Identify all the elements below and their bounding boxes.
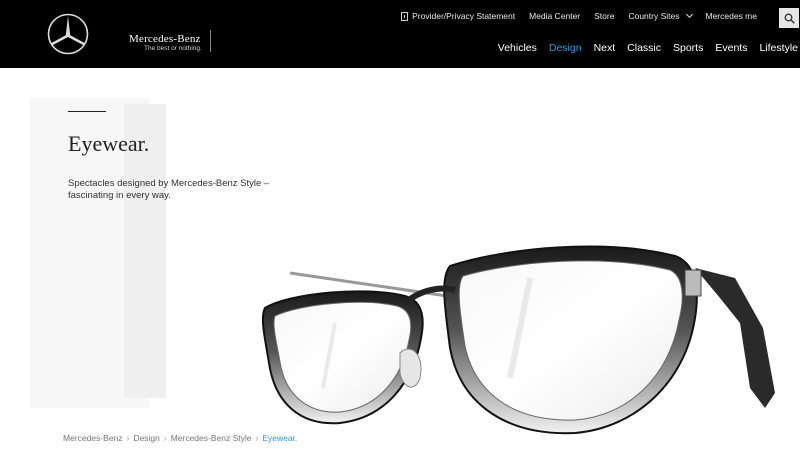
- nav-classic[interactable]: Classic: [627, 42, 661, 54]
- site-header: Mercedes-Benz The best or nothing. Provi…: [0, 0, 800, 68]
- chevron-down-icon: [685, 10, 693, 19]
- brand-tagline: The best or nothing.: [144, 45, 202, 52]
- breadcrumb-item[interactable]: Mercedes-Benz: [63, 433, 123, 443]
- eyewear-sketch-image: [261, 245, 775, 435]
- provider-privacy-label: Provider/Privacy Statement: [412, 11, 516, 21]
- provider-privacy-link[interactable]: Provider/Privacy Statement: [401, 11, 515, 21]
- nav-lifestyle[interactable]: Lifestyle: [759, 42, 798, 54]
- mercedes-star-icon[interactable]: [47, 13, 89, 55]
- breadcrumb: Mercedes-Benz › Design › Mercedes-Benz S…: [63, 433, 297, 443]
- utility-nav: Provider/Privacy Statement Media Center …: [401, 10, 758, 21]
- breadcrumb-item[interactable]: Mercedes-Benz Style: [171, 433, 252, 443]
- nav-sports[interactable]: Sports: [673, 42, 703, 54]
- country-sites-label: Country Sites: [628, 11, 680, 21]
- main-content: Eyewear. Spectacles designed by Mercedes…: [0, 68, 800, 455]
- search-icon: [784, 13, 795, 24]
- breadcrumb-item[interactable]: Design: [133, 433, 159, 443]
- brand-name[interactable]: Mercedes-Benz: [129, 33, 201, 45]
- brand-divider: [210, 30, 211, 52]
- country-sites-dropdown[interactable]: Country Sites: [628, 10, 693, 21]
- mercedes-me-link[interactable]: Mercedes me: [706, 11, 758, 21]
- chevron-right-icon: ›: [255, 433, 259, 443]
- store-link[interactable]: Store: [594, 11, 614, 21]
- chevron-right-icon: ›: [163, 433, 167, 443]
- page-title: Eyewear.: [68, 131, 150, 156]
- nav-design[interactable]: Design: [549, 42, 582, 54]
- search-button[interactable]: [779, 8, 799, 28]
- breadcrumb-current: Eyewear.: [262, 433, 298, 443]
- chevron-right-icon: ›: [126, 433, 130, 443]
- document-icon: [401, 11, 409, 21]
- main-nav: Vehicles Design Next Classic Sports Even…: [498, 42, 798, 54]
- title-rule: [68, 111, 106, 112]
- nav-next[interactable]: Next: [594, 42, 616, 54]
- media-center-link[interactable]: Media Center: [529, 11, 580, 21]
- nav-vehicles[interactable]: Vehicles: [498, 42, 537, 54]
- nav-events[interactable]: Events: [715, 42, 747, 54]
